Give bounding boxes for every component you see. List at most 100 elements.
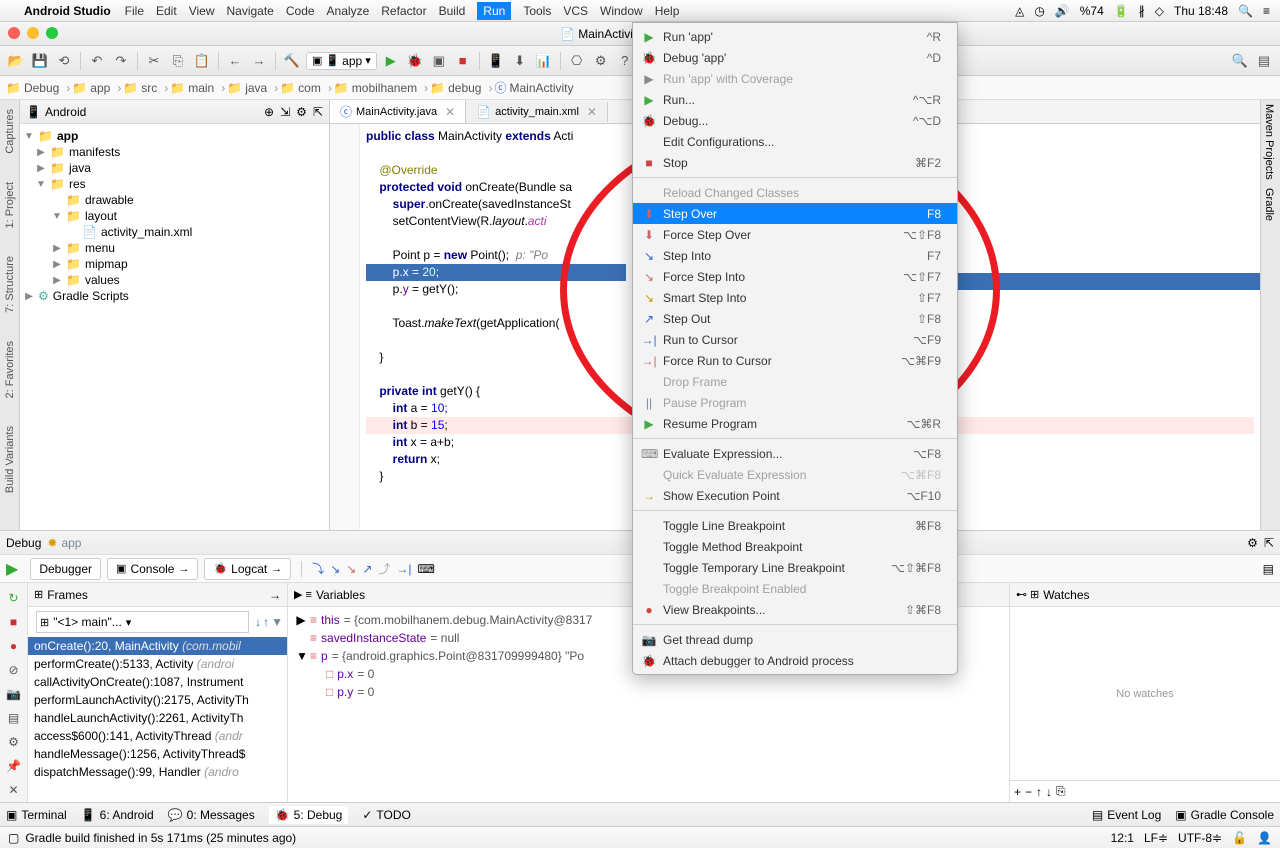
left-tab-1-Project[interactable]: 1: Project <box>2 178 18 232</box>
status-encoding[interactable]: UTF-8≑ <box>1178 831 1222 845</box>
menu-item-force-run-to-cursor[interactable]: →|Force Run to Cursor⌥⌘F9 <box>633 350 957 371</box>
editor-tab-activity_main-xml[interactable]: 📄 activity_main.xml ✕ <box>466 102 608 122</box>
menu-item-show-execution-point[interactable]: →Show Execution Point⌥F10 <box>633 485 957 506</box>
clock-icon[interactable]: ◷ <box>1034 4 1044 18</box>
menu-navigate[interactable]: Navigate <box>226 4 273 18</box>
left-tab-Build-Variants[interactable]: Build Variants <box>2 422 18 497</box>
battery-icon[interactable]: 🔋 <box>1114 4 1129 18</box>
frame-item[interactable]: dispatchMessage():99, Handler (andro <box>28 763 287 781</box>
frame-item[interactable]: callActivityOnCreate():1087, Instrument <box>28 673 287 691</box>
tree-activity_main-xml[interactable]: 📄 activity_main.xml <box>22 224 327 240</box>
settings-icon[interactable]: ⚙ <box>591 51 611 71</box>
tree-drawable[interactable]: 📁 drawable <box>22 192 327 208</box>
undo-icon[interactable]: ↶ <box>87 51 107 71</box>
attach-debugger-icon[interactable]: ▣ <box>429 51 449 71</box>
crumb-debug[interactable]: 📁 debug <box>430 81 492 95</box>
console-tab[interactable]: ▣ Console → <box>107 558 198 580</box>
crumb-Debug[interactable]: 📁 Debug <box>6 81 70 95</box>
menu-refactor[interactable]: Refactor <box>381 4 426 18</box>
run-icon[interactable]: ▶ <box>381 51 401 71</box>
menu-item-run-to-cursor[interactable]: →|Run to Cursor⌥F9 <box>633 329 957 350</box>
status-lock-icon[interactable]: 🔓 <box>1232 831 1247 845</box>
wifi-icon[interactable]: ◇ <box>1155 4 1164 18</box>
frame-item[interactable]: onCreate():20, MainActivity (com.mobil <box>28 637 287 655</box>
crumb-src[interactable]: 📁 src <box>123 81 168 95</box>
copy-icon[interactable]: ⎘ <box>168 51 188 71</box>
make-icon[interactable]: 🔨 <box>282 51 302 71</box>
menu-item-resume-program[interactable]: ▶Resume Program⌥⌘R <box>633 413 957 434</box>
sync-icon[interactable]: ⟲ <box>54 51 74 71</box>
prev-frame-icon[interactable]: ↓ <box>255 615 261 629</box>
stop-button[interactable]: ■ <box>5 613 23 631</box>
watch-up-button[interactable]: ↑ <box>1036 785 1042 799</box>
menubar-clock[interactable]: Thu 18:48 <box>1174 4 1228 18</box>
forward-icon[interactable]: → <box>249 51 269 71</box>
debug-gear-icon[interactable]: ⚙ <box>1247 536 1258 550</box>
menu-item-edit-configurations-[interactable]: Edit Configurations... <box>633 131 957 152</box>
copy-watch-button[interactable]: ⎘ <box>1056 784 1066 799</box>
stop-icon[interactable]: ■ <box>453 51 473 71</box>
gradle-console-tab[interactable]: ▣ Gradle Console <box>1175 808 1274 822</box>
crumb-app[interactable]: 📁 app <box>72 81 121 95</box>
menu-item-smart-step-into[interactable]: ↘Smart Step Into⇧F7 <box>633 287 957 308</box>
filter-icon[interactable]: ▼ <box>271 615 283 629</box>
settings-button[interactable]: ⚙ <box>5 733 23 751</box>
spotlight-icon[interactable]: 🔍 <box>1238 4 1253 18</box>
menu-item-attach-debugger-to-android-process[interactable]: 🐞Attach debugger to Android process <box>633 650 957 671</box>
status-hector-icon[interactable]: 👤 <box>1257 831 1272 845</box>
tree-menu[interactable]: ▶📁 menu <box>22 240 327 256</box>
project-dropdown-icon[interactable]: ⊕ <box>264 105 274 119</box>
tree-Gradle-Scripts[interactable]: ▶⚙ Gradle Scripts <box>22 288 327 304</box>
menu-item-stop[interactable]: ■Stop⌘F2 <box>633 152 957 173</box>
menu-item-step-over[interactable]: ⬇Step OverF8 <box>633 203 957 224</box>
tree-manifests[interactable]: ▶📁 manifests <box>22 144 327 160</box>
menu-view[interactable]: View <box>189 4 215 18</box>
crumb-java[interactable]: 📁 java <box>227 81 278 95</box>
left-tab-2-Favorites[interactable]: 2: Favorites <box>2 337 18 402</box>
back-icon[interactable]: ← <box>225 51 245 71</box>
var-item[interactable]: □ p.y = 0 <box>292 683 1005 701</box>
evaluate-button[interactable]: ⌨ <box>418 562 435 576</box>
crumb-com[interactable]: 📁 com <box>280 81 332 95</box>
resume-button[interactable]: ▶ <box>6 559 18 579</box>
open-icon[interactable]: 📂 <box>6 51 26 71</box>
menu-help[interactable]: Help <box>655 4 680 18</box>
window-maximize-button[interactable] <box>46 27 58 39</box>
frame-item[interactable]: handleLaunchActivity():2261, ActivityTh <box>28 709 287 727</box>
menu-build[interactable]: Build <box>439 4 466 18</box>
crumb-MainActivity[interactable]: ⓒ MainActivity <box>494 79 580 96</box>
menu-item-run-app-[interactable]: ▶Run 'app'^R <box>633 26 957 47</box>
menu-item-toggle-temporary-line-breakpoint[interactable]: Toggle Temporary Line Breakpoint⌥⇧⌘F8 <box>633 557 957 578</box>
avd-icon[interactable]: 📱 <box>486 51 506 71</box>
project-gear-icon[interactable]: ⚙ <box>296 105 307 119</box>
show-tabs-icon[interactable]: ▤ <box>1254 51 1274 71</box>
volume-icon[interactable]: 🔊 <box>1055 4 1070 18</box>
crumb-main[interactable]: 📁 main <box>170 81 225 95</box>
tree-app[interactable]: ▼📁 app <box>22 128 327 144</box>
messages-tab[interactable]: 💬 0: Messages <box>168 808 255 822</box>
menu-file[interactable]: File <box>125 4 144 18</box>
mute-bp-button[interactable]: ⊘ <box>5 661 23 679</box>
menu-vcs[interactable]: VCS <box>563 4 588 18</box>
redo-icon[interactable]: ↷ <box>111 51 131 71</box>
force-step-into-button[interactable]: ↘ <box>346 562 356 576</box>
frame-item[interactable]: performLaunchActivity():2175, ActivityTh <box>28 691 287 709</box>
menu-item-step-into[interactable]: ↘Step IntoF7 <box>633 245 957 266</box>
next-frame-icon[interactable]: ↑ <box>263 615 269 629</box>
tree-mipmap[interactable]: ▶📁 mipmap <box>22 256 327 272</box>
menu-item-view-breakpoints-[interactable]: ●View Breakpoints...⇧⌘F8 <box>633 599 957 620</box>
watch-down-button[interactable]: ↓ <box>1046 785 1052 799</box>
rerun-button[interactable]: ↻ <box>5 589 23 607</box>
event-log-tab[interactable]: ▤ Event Log <box>1092 808 1161 822</box>
gdrive-icon[interactable]: ◬ <box>1015 4 1024 18</box>
project-collapse-icon[interactable]: ⇲ <box>280 105 290 119</box>
menu-item-toggle-line-breakpoint[interactable]: Toggle Line Breakpoint⌘F8 <box>633 515 957 536</box>
window-minimize-button[interactable] <box>27 27 39 39</box>
debug-icon[interactable]: 🐞 <box>405 51 425 71</box>
window-close-button[interactable] <box>8 27 20 39</box>
menu-item-force-step-over[interactable]: ⬇Force Step Over⌥⇧F8 <box>633 224 957 245</box>
frame-item[interactable]: handleMessage():1256, ActivityThread$ <box>28 745 287 763</box>
run-config-selector[interactable]: ▣ 📱 app ▾ <box>306 52 377 70</box>
right-tab-Maven-Projects[interactable]: Maven Projects <box>1261 100 1277 184</box>
menu-code[interactable]: Code <box>286 4 315 18</box>
